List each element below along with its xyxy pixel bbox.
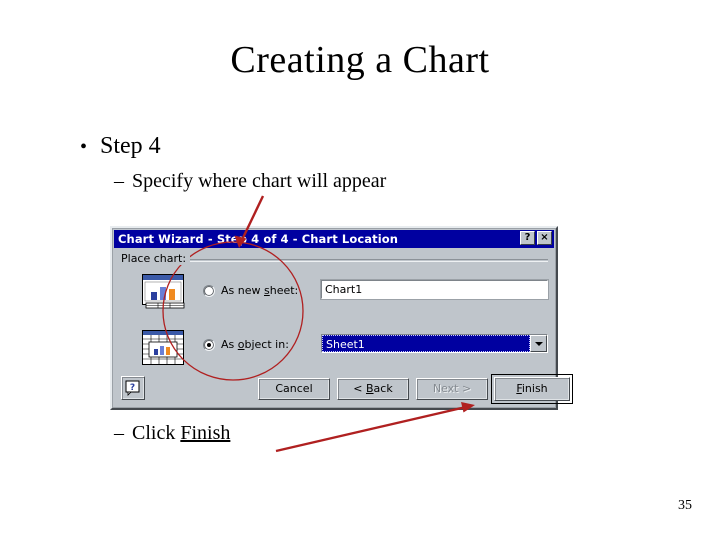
dialog-title-text: Chart Wizard - Step 4 of 4 - Chart Locat… bbox=[118, 232, 399, 246]
back-button[interactable]: < Back bbox=[337, 378, 409, 400]
group-separator bbox=[188, 259, 548, 262]
radio-as-object-in[interactable]: As object in: bbox=[203, 338, 289, 351]
worksheet-with-chart-icon bbox=[142, 330, 188, 366]
chevron-down-icon[interactable] bbox=[530, 335, 547, 352]
bullet-step-4: • Step 4 bbox=[80, 133, 161, 160]
bullet-marker: – bbox=[114, 422, 124, 444]
finish-button-default-frame: Finish bbox=[491, 374, 573, 404]
slide-page-number: 35 bbox=[678, 498, 692, 513]
finish-button[interactable]: Finish bbox=[494, 377, 570, 401]
place-chart-label: Place chart: bbox=[121, 252, 191, 265]
titlebar-button-group: ? × bbox=[520, 231, 552, 245]
bullet-text: Specify where chart will appear bbox=[132, 170, 387, 192]
bullet-text-emphasis: Finish bbox=[180, 422, 231, 444]
help-button[interactable]: ? bbox=[121, 376, 145, 400]
next-button: Next > bbox=[416, 378, 488, 400]
slide-canvas: Creating a Chart • Step 4 – Specify where … bbox=[0, 0, 720, 540]
dialog-titlebar[interactable]: Chart Wizard - Step 4 of 4 - Chart Locat… bbox=[114, 230, 554, 248]
close-icon[interactable]: × bbox=[537, 231, 552, 245]
cancel-button[interactable]: Cancel bbox=[258, 378, 330, 400]
chart-sheet-icon bbox=[142, 274, 188, 310]
bullet-specify-where: – Specify where chart will appear bbox=[114, 170, 386, 193]
svg-text:?: ? bbox=[130, 383, 135, 393]
radio-indicator[interactable] bbox=[203, 284, 215, 297]
sheet-combobox[interactable]: Sheet1 bbox=[321, 334, 548, 353]
radio-as-new-sheet[interactable]: As new sheet: bbox=[203, 284, 298, 297]
bullet-text-prefix: Click bbox=[132, 422, 181, 444]
radio-label: As object in: bbox=[221, 338, 289, 351]
bullet-click-finish: – Click Finish bbox=[114, 422, 230, 445]
bullet-marker: – bbox=[114, 170, 124, 192]
help-icon[interactable]: ? bbox=[520, 231, 535, 245]
chart-wizard-dialog: Chart Wizard - Step 4 of 4 - Chart Locat… bbox=[110, 226, 573, 410]
chart-name-input[interactable]: Chart1 bbox=[320, 279, 549, 300]
sheet-combobox-value[interactable]: Sheet1 bbox=[322, 335, 530, 352]
radio-label: As new sheet: bbox=[221, 284, 299, 297]
page-title: Creating a Chart bbox=[230, 39, 490, 81]
radio-indicator[interactable] bbox=[203, 338, 215, 351]
bullet-marker: • bbox=[80, 136, 88, 158]
bullet-text: Step 4 bbox=[100, 133, 161, 159]
